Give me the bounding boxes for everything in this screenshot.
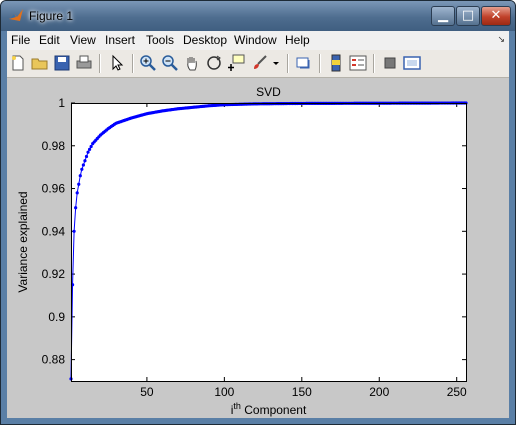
menu-insert[interactable]: Insert <box>105 33 135 47</box>
y-tick-label: 1 <box>58 96 65 110</box>
y-tick-label: 0.9 <box>48 310 65 324</box>
x-axis-label-sup: th <box>233 401 241 411</box>
dock-arrow-icon[interactable]: ↘ <box>497 34 505 45</box>
toolbar-separator <box>99 54 101 73</box>
close-icon: ✕ <box>490 8 502 23</box>
maximize-button[interactable]: □ <box>456 6 480 26</box>
data-point <box>75 191 79 195</box>
toolbar-separator <box>319 54 321 73</box>
data-point <box>84 154 89 159</box>
rotate-3d-icon[interactable] <box>205 54 223 72</box>
data-point <box>81 163 85 167</box>
close-button[interactable]: ✕ <box>481 6 511 26</box>
chart-svg[interactable]: 50 100 150 200 250 0.88 0.9 0.92 0.94 0.96 0.98 1 S… <box>7 78 509 418</box>
x-axis-label: ith Component <box>231 401 307 417</box>
x-axis-label-rest: Component <box>241 403 307 417</box>
toolbar-separator <box>287 54 289 73</box>
data-point <box>83 159 87 163</box>
menu-desktop[interactable]: Desktop <box>183 33 227 47</box>
data-point <box>78 174 82 178</box>
zoom-out-icon[interactable] <box>161 54 179 72</box>
toolbar-separator <box>132 54 134 73</box>
data-point <box>89 144 93 149</box>
minimize-icon: ▁ <box>438 8 448 23</box>
legend-icon[interactable] <box>349 54 367 72</box>
x-tick-label: 50 <box>140 385 154 399</box>
hide-plot-tools-icon[interactable] <box>381 54 399 72</box>
data-point <box>87 147 92 151</box>
data-cursor-icon[interactable] <box>227 54 245 72</box>
y-tick-label: 0.94 <box>42 224 66 238</box>
window-title: Figure 1 <box>29 9 74 23</box>
menu-window[interactable]: Window <box>234 33 277 47</box>
minimize-button[interactable]: ▁ <box>431 6 455 26</box>
toolbar-separator <box>373 54 375 73</box>
menu-view[interactable]: View <box>70 33 96 47</box>
link-plot-icon[interactable] <box>295 54 313 72</box>
x-tick-label: 250 <box>447 385 467 399</box>
data-point <box>74 206 78 210</box>
figure-toolbar <box>7 50 509 78</box>
colorbar-icon[interactable] <box>327 54 345 72</box>
print-icon[interactable] <box>75 54 93 72</box>
save-icon[interactable] <box>53 54 71 72</box>
brush-icon[interactable] <box>251 54 269 72</box>
x-tick-label: 150 <box>292 385 312 399</box>
menu-tools[interactable]: Tools <box>146 33 174 47</box>
select-arrow-icon[interactable] <box>108 54 126 72</box>
y-tick-label: 0.98 <box>42 139 66 153</box>
menu-file[interactable]: File <box>11 33 30 47</box>
figure-frame: File Edit View Insert Tools Desktop Wind… <box>7 31 509 418</box>
data-point <box>80 167 84 171</box>
show-plot-tools-icon[interactable] <box>403 54 421 72</box>
y-tick-label: 0.92 <box>42 267 66 281</box>
figure-window: Figure 1 ▁ □ ✕ File Edit View Insert Too… <box>0 0 516 425</box>
axes-background[interactable] <box>71 103 466 381</box>
maximize-icon: □ <box>461 8 475 23</box>
chart-title: SVD <box>256 85 281 99</box>
matlab-logo-icon <box>9 9 23 21</box>
y-tick-label: 0.88 <box>42 353 66 367</box>
x-tick-label: 100 <box>214 385 234 399</box>
x-tick-label: 200 <box>369 385 389 399</box>
pan-hand-icon[interactable] <box>183 54 201 72</box>
menu-bar: File Edit View Insert Tools Desktop Wind… <box>7 31 509 50</box>
data-point <box>72 229 76 233</box>
data-point <box>77 182 81 186</box>
brush-dropdown-icon[interactable] <box>271 54 281 72</box>
data-point <box>86 150 90 154</box>
zoom-in-icon[interactable] <box>139 54 157 72</box>
title-bar[interactable]: Figure 1 ▁ □ ✕ <box>1 1 515 31</box>
open-file-icon[interactable] <box>31 54 49 72</box>
y-axis-label: Variance explained <box>16 191 30 292</box>
menu-edit[interactable]: Edit <box>39 33 60 47</box>
menu-help[interactable]: Help <box>285 33 310 47</box>
figure-canvas: 50 100 150 200 250 0.88 0.9 0.92 0.94 0.96 0.98 1 S… <box>7 78 509 418</box>
new-figure-icon[interactable] <box>9 54 27 72</box>
y-tick-label: 0.96 <box>42 182 66 196</box>
